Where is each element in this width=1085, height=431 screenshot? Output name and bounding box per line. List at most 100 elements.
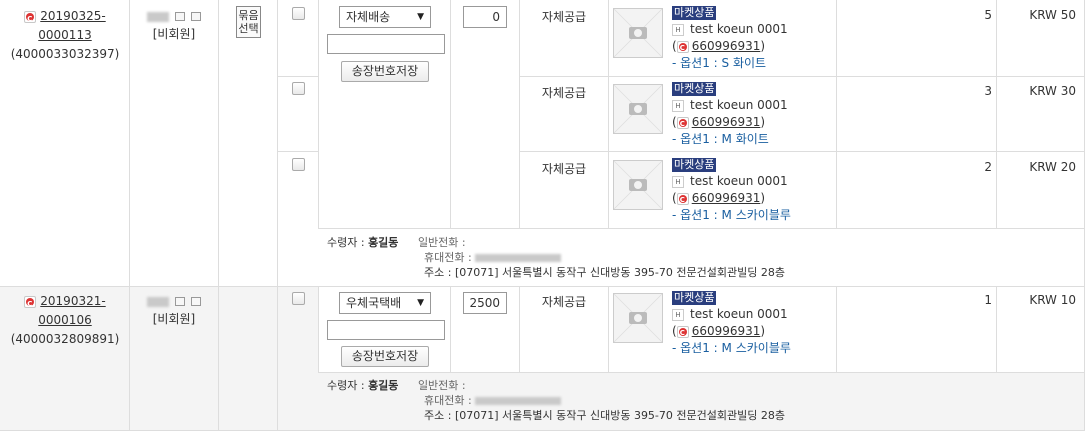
h-icon: H <box>672 99 684 112</box>
order-table: C 20190325- 0000113 (4000033032397) [비회원… <box>0 0 1085 431</box>
product-option: - 옵션1 : M 스카이블루 <box>672 208 791 222</box>
receiver-label: 수령자 : <box>327 236 365 249</box>
h-icon: H <box>672 175 684 188</box>
member-info: [비회원] <box>130 292 218 328</box>
grid-line <box>996 286 997 373</box>
market-tag: 마켓상품 <box>672 82 717 96</box>
masked-mobile <box>475 397 562 405</box>
member-type: [비회원] <box>152 27 196 41</box>
supply-type: 자체공급 <box>541 86 587 100</box>
product-name: test koeun 0001 <box>690 174 788 188</box>
grid-line <box>129 0 130 431</box>
grid-line <box>277 76 318 77</box>
product-code-link[interactable]: 660996931 <box>692 39 761 53</box>
shipping-method-value: 자체배송 <box>346 10 391 24</box>
grid-line <box>608 0 609 228</box>
camera-icon <box>629 103 647 115</box>
item-price: KRW 50 <box>1029 8 1076 22</box>
grid-line <box>519 0 520 228</box>
item-quantity: 5 <box>984 8 992 22</box>
memo-icon[interactable] <box>175 12 185 21</box>
bundle-select-button[interactable]: 묶음 선택 <box>236 6 261 38</box>
mail-icon[interactable] <box>190 297 201 306</box>
product-option: - 옵션1 : M 스카이블루 <box>672 341 791 355</box>
phone-label: 일반전화 : <box>417 236 466 249</box>
c-badge-icon: C <box>676 325 689 338</box>
order-number-link[interactable]: 20190325- <box>40 7 105 26</box>
receiver-name: 홍길동 <box>368 236 399 249</box>
phone-label: 일반전화 : <box>417 379 466 392</box>
chevron-down-icon: ▼ <box>417 12 424 22</box>
item-price: KRW 10 <box>1029 293 1076 307</box>
item-checkbox[interactable] <box>292 82 305 95</box>
grid-line <box>277 151 318 152</box>
camera-icon <box>629 179 647 191</box>
shipping-method-value: 우체국택배 <box>346 296 402 310</box>
c-badge-icon: C <box>676 192 689 205</box>
grid-line <box>836 0 837 228</box>
receiver-address: 주소 : [07071] 서울특별시 동작구 신대방동 395-70 전문건설회… <box>424 409 785 422</box>
receiver-name: 홍길동 <box>368 379 399 392</box>
order-number-link-line2[interactable]: 0000106 <box>38 313 91 327</box>
product-info: 마켓상품 Htest koeun 0001 (C 660996931) - 옵션1… <box>672 82 788 146</box>
receiver-address: 주소 : [07071] 서울특별시 동작구 신대방동 395-70 전문건설회… <box>424 266 785 279</box>
product-name: test koeun 0001 <box>690 98 788 112</box>
grid-line <box>519 151 1085 152</box>
item-checkbox[interactable] <box>292 292 305 305</box>
item-quantity: 1 <box>984 293 992 307</box>
save-invoice-button[interactable]: 송장번호저장 <box>341 61 429 82</box>
masked-name <box>147 11 170 22</box>
supply-type: 자체공급 <box>541 10 587 24</box>
market-tag: 마켓상품 <box>672 6 717 20</box>
shipping-method-select[interactable]: 우체국택배 ▼ <box>339 292 431 314</box>
receiver-info: 수령자 : 홍길동 일반전화 : 휴대전화 : 주소 : [07071] 서울특… <box>327 235 785 280</box>
member-type: [비회원] <box>152 312 196 326</box>
order-id: (4000033032397) <box>10 47 120 61</box>
invoice-number-input[interactable] <box>327 320 445 340</box>
shipping-fee-input[interactable]: 2500 <box>463 292 507 314</box>
item-checkbox[interactable] <box>292 158 305 171</box>
c-badge-icon: C <box>676 40 689 53</box>
shipping-method-select[interactable]: 자체배송 ▼ <box>339 6 431 28</box>
item-quantity: 2 <box>984 160 992 174</box>
item-price: KRW 30 <box>1029 84 1076 98</box>
c-badge-icon: C <box>676 116 689 129</box>
order-number: C 20190321- 0000106 (4000032809891) <box>0 292 130 349</box>
shipping-fee-input[interactable]: 0 <box>463 6 507 28</box>
mobile-label: 휴대전화 : <box>424 251 472 264</box>
mail-icon[interactable] <box>190 12 201 21</box>
product-info: 마켓상품 Htest koeun 0001 (C 660996931) - 옵션1… <box>672 291 791 355</box>
grid-line <box>450 286 451 373</box>
grid-line <box>0 286 1085 287</box>
product-thumbnail[interactable] <box>613 84 663 134</box>
product-thumbnail[interactable] <box>613 293 663 343</box>
product-name: test koeun 0001 <box>690 22 788 36</box>
grid-line <box>836 286 837 373</box>
product-thumbnail[interactable] <box>613 8 663 58</box>
chevron-down-icon: ▼ <box>417 298 424 308</box>
receiver-label: 수령자 : <box>327 379 365 392</box>
c-badge-icon: C <box>24 295 37 308</box>
product-name: test koeun 0001 <box>690 307 788 321</box>
item-price: KRW 20 <box>1029 160 1076 174</box>
memo-icon[interactable] <box>175 297 185 306</box>
receiver-info: 수령자 : 홍길동 일반전화 : 휴대전화 : 주소 : [07071] 서울특… <box>327 378 785 423</box>
product-info: 마켓상품 Htest koeun 0001 (C 660996931) - 옵션1… <box>672 6 788 70</box>
grid-line <box>318 372 1085 373</box>
product-option: - 옵션1 : M 화이트 <box>672 132 769 146</box>
order-number: C 20190325- 0000113 (4000033032397) <box>0 7 130 64</box>
product-thumbnail[interactable] <box>613 160 663 210</box>
order-number-link[interactable]: 20190321- <box>40 292 105 311</box>
grid-line <box>277 0 278 431</box>
invoice-number-input[interactable] <box>327 34 445 54</box>
item-checkbox[interactable] <box>292 7 305 20</box>
product-code-link[interactable]: 660996931 <box>692 324 761 338</box>
order-number-link-line2[interactable]: 0000113 <box>38 28 91 42</box>
product-code-link[interactable]: 660996931 <box>692 191 761 205</box>
market-tag: 마켓상품 <box>672 291 717 305</box>
product-code-link[interactable]: 660996931 <box>692 115 761 129</box>
h-icon: H <box>672 308 684 321</box>
save-invoice-button[interactable]: 송장번호저장 <box>341 346 429 367</box>
grid-line <box>318 0 319 228</box>
supply-type: 자체공급 <box>541 162 587 176</box>
